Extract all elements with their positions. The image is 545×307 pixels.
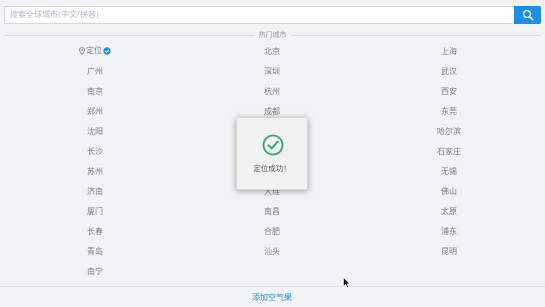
city-item[interactable]: 东莞 — [441, 107, 457, 117]
city-item[interactable]: 沈阳 — [87, 127, 103, 137]
city-item[interactable]: 济南 — [87, 187, 103, 197]
city-item[interactable]: 成都 — [264, 107, 280, 117]
city-item[interactable]: 南宁 — [87, 267, 103, 277]
city-item-locate[interactable]: 定位 — [79, 46, 111, 56]
city-item[interactable]: 石家庄 — [437, 147, 461, 157]
city-item[interactable]: 上海 — [441, 47, 457, 57]
city-item[interactable]: 郑州 — [87, 107, 103, 117]
city-item[interactable]: 哈尔滨 — [437, 127, 461, 137]
mouse-cursor-icon — [343, 277, 351, 289]
location-success-toast: 定位成功！ — [236, 117, 308, 190]
city-item[interactable]: 北京 — [264, 47, 280, 57]
search-input[interactable]: 搜索全球城市(中文/拼音) — [4, 6, 514, 24]
verified-check-icon — [103, 47, 111, 55]
location-pin-icon — [79, 47, 85, 55]
city-item[interactable]: 合肥 — [264, 227, 280, 237]
hot-cities-header: 热门城市 — [4, 30, 541, 40]
city-item[interactable]: 武汉 — [441, 67, 457, 77]
locate-label: 定位 — [86, 46, 102, 55]
search-button[interactable] — [514, 6, 541, 24]
city-item[interactable]: 西安 — [441, 87, 457, 97]
city-item[interactable]: 太原 — [441, 207, 457, 217]
search-icon — [522, 9, 534, 21]
search-placeholder: 搜索全球城市(中文/拼音) — [10, 10, 99, 19]
city-item[interactable]: 长沙 — [87, 147, 103, 157]
city-item[interactable]: 浦东 — [441, 227, 457, 237]
success-check-icon — [262, 134, 284, 156]
city-item[interactable]: 杭州 — [264, 87, 280, 97]
city-item[interactable]: 青岛 — [87, 247, 103, 257]
city-item[interactable]: 长春 — [87, 227, 103, 237]
city-item[interactable]: 苏州 — [87, 167, 103, 177]
city-item[interactable]: 深圳 — [264, 67, 280, 77]
city-item[interactable]: 南京 — [87, 87, 103, 97]
toast-message: 定位成功！ — [253, 164, 291, 173]
add-device-link[interactable]: 添加空气果 — [252, 293, 292, 303]
city-item[interactable]: 汕头 — [264, 247, 280, 257]
city-item[interactable]: 无锡 — [441, 167, 457, 177]
city-item[interactable]: 昆明 — [441, 247, 457, 257]
city-item[interactable]: 南昌 — [264, 207, 280, 217]
section-title: 热门城市 — [254, 30, 291, 40]
city-item[interactable]: 广州 — [87, 67, 103, 77]
city-item[interactable]: 厦门 — [87, 207, 103, 217]
city-item[interactable]: 佛山 — [441, 187, 457, 197]
footer-divider — [0, 286, 545, 287]
